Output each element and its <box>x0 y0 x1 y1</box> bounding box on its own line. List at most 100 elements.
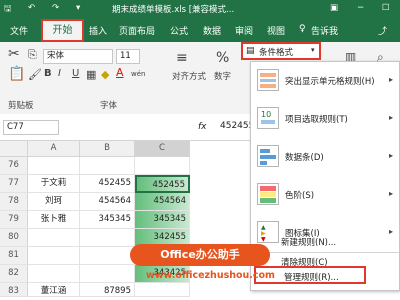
align-icon[interactable]: ≡ <box>176 50 188 66</box>
conditional-format-button[interactable]: ▤ 条件格式 ▾ <box>241 42 321 60</box>
font-name-value: 宋体 <box>47 51 65 61</box>
cell[interactable] <box>80 265 135 283</box>
cell[interactable] <box>135 157 190 175</box>
cell[interactable]: 87895 <box>80 283 135 297</box>
number-format-button[interactable]: % <box>216 50 229 66</box>
tab-formulas[interactable]: 公式 <box>170 24 188 37</box>
copy-icon[interactable]: ⎘ <box>28 48 37 62</box>
cell[interactable] <box>28 247 80 265</box>
window-title: 期末成绩单模板.xls [兼容模式... <box>112 5 235 15</box>
chevron-right-icon: ▸ <box>389 151 394 160</box>
lightbulb-icon: ♀ <box>299 24 306 34</box>
row-header[interactable]: 78 <box>0 193 28 211</box>
italic-button[interactable]: I <box>58 68 61 79</box>
data-bars-icon <box>257 145 279 167</box>
menu-item-label: 突出显示单元格规则(H) <box>285 77 375 87</box>
clipboard-group-label: 剪贴板 <box>8 101 34 111</box>
chevron-right-icon: ▸ <box>389 75 394 84</box>
menu-item-label: 数据条(D) <box>285 153 324 163</box>
format-painter-icon[interactable]: 🖌 <box>28 68 42 81</box>
row-header[interactable]: 76 <box>0 157 28 175</box>
row-header[interactable]: 81 <box>0 247 28 265</box>
row-header[interactable]: 80 <box>0 229 28 247</box>
phonetic-button[interactable]: wén <box>131 70 145 78</box>
cell[interactable] <box>80 157 135 175</box>
cell[interactable]: 于文莉 <box>28 175 80 193</box>
underline-button[interactable]: U <box>72 68 79 79</box>
font-name-select[interactable]: 宋体 <box>43 49 113 64</box>
column-header-c[interactable]: C <box>135 141 190 157</box>
cell[interactable]: 刘珂 <box>28 193 80 211</box>
font-color-button[interactable]: A <box>116 66 124 79</box>
menu-item-data-bars[interactable]: 数据条(D) ▸ <box>251 138 399 176</box>
name-box[interactable]: C77 <box>3 120 59 135</box>
cell[interactable]: 454564 <box>135 193 190 211</box>
chevron-down-icon: ▾ <box>311 46 315 54</box>
tab-page-layout[interactable]: 页面布局 <box>119 24 155 37</box>
menu-item-label: 管理规则(R)... <box>284 273 339 283</box>
conditional-format-menu: 突出显示单元格规则(H) ▸ 10 项目选取规则(T) ▸ 数据条(D) ▸ 色… <box>250 61 400 291</box>
watermark-badge: Office办公助手 <box>130 244 270 266</box>
ribbon-tabs: 文件 开始 插入 页面布局 公式 数据 审阅 视图 ♀ 告诉我 ⤴ <box>0 19 400 42</box>
title-bar: 🖫 ↶ ↷ ▾ 期末成绩单模板.xls [兼容模式... ▣ ─ ☐ <box>0 0 400 19</box>
maximize-icon[interactable]: ☐ <box>382 3 390 13</box>
menu-item-highlight-rules[interactable]: 突出显示单元格规则(H) ▸ <box>251 62 399 100</box>
row-header[interactable]: 83 <box>0 283 28 297</box>
fill-color-icon[interactable]: ◆ <box>101 68 109 81</box>
share-icon[interactable]: ⤴ <box>378 24 387 37</box>
customize-qat-icon[interactable]: ▾ <box>76 3 80 13</box>
cell[interactable] <box>80 229 135 247</box>
watermark-title: Office办公助手 <box>160 248 240 261</box>
cell[interactable] <box>80 247 135 265</box>
row-header[interactable]: 82 <box>0 265 28 283</box>
cell[interactable] <box>28 229 80 247</box>
tab-file[interactable]: 文件 <box>10 24 28 37</box>
undo-icon[interactable]: ↶ <box>28 3 35 13</box>
menu-item-color-scales[interactable]: 色阶(S) ▸ <box>251 176 399 214</box>
cell[interactable] <box>28 157 80 175</box>
column-header-a[interactable]: A <box>28 141 80 157</box>
tell-me-box[interactable]: 告诉我 <box>311 24 338 37</box>
bold-button[interactable]: B <box>44 68 52 79</box>
color-scales-icon <box>257 183 279 205</box>
cell[interactable]: 345345 <box>135 211 190 229</box>
cell[interactable]: 452455 <box>80 175 135 193</box>
font-group-label: 字体 <box>100 101 118 111</box>
tab-view[interactable]: 视图 <box>267 24 285 37</box>
cell[interactable]: 张卜雅 <box>28 211 80 229</box>
tab-home[interactable]: 开始 <box>41 19 84 42</box>
number-group-label: 数字 <box>214 72 232 82</box>
font-size-value: 11 <box>120 51 131 61</box>
tab-review[interactable]: 审阅 <box>235 24 253 37</box>
row-header[interactable]: 79 <box>0 211 28 229</box>
menu-item-label: 新建规则(N)... <box>281 238 337 248</box>
column-header-b[interactable]: B <box>80 141 135 157</box>
tab-insert[interactable]: 插入 <box>89 24 107 37</box>
chevron-right-icon: ▸ <box>389 113 394 122</box>
tab-data[interactable]: 数据 <box>203 24 221 37</box>
top-bottom-rules-icon: 10 <box>257 107 279 129</box>
highlight-rules-icon <box>257 69 279 91</box>
cell[interactable] <box>135 283 190 297</box>
cut-icon[interactable]: ✂ <box>8 46 20 62</box>
save-icon[interactable]: 🖫 <box>4 3 11 17</box>
menu-item-new-rule[interactable]: 新建规则(N)... <box>251 232 399 250</box>
border-icon[interactable]: ▦ <box>86 68 96 81</box>
menu-item-label: 项目选取规则(T) <box>285 115 348 125</box>
cell[interactable]: 452455 <box>135 175 190 193</box>
row-header[interactable]: 77 <box>0 175 28 193</box>
alignment-group-label: 对齐方式 <box>172 72 207 82</box>
minimize-icon[interactable]: ─ <box>358 3 363 13</box>
font-size-select[interactable]: 11 <box>116 49 140 64</box>
paste-icon[interactable]: 📋 <box>8 66 25 82</box>
cell[interactable]: 董江涵 <box>28 283 80 297</box>
cell[interactable]: 345345 <box>80 211 135 229</box>
fx-button[interactable]: fx <box>198 122 207 132</box>
chevron-right-icon: ▸ <box>389 189 394 198</box>
ribbon-display-icon[interactable]: ▣ <box>330 3 338 13</box>
cell[interactable]: 454564 <box>80 193 135 211</box>
select-all-corner[interactable] <box>0 141 28 157</box>
menu-item-top-bottom-rules[interactable]: 10 项目选取规则(T) ▸ <box>251 100 399 138</box>
cell[interactable] <box>28 265 80 283</box>
redo-icon[interactable]: ↷ <box>52 3 59 13</box>
